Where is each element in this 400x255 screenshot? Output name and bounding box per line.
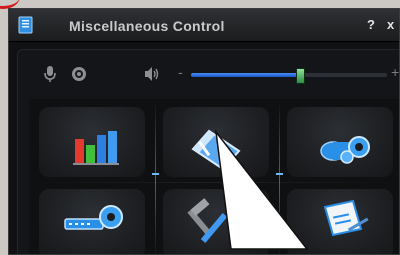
column-divider-1 <box>152 99 159 254</box>
volume-slider-thumb[interactable] <box>295 68 305 84</box>
volume-minus-label: - <box>178 64 183 80</box>
column-divider-2 <box>276 99 283 254</box>
tools-icon <box>187 198 228 243</box>
microphone-icon[interactable] <box>43 65 59 83</box>
tile-tools[interactable] <box>163 189 269 254</box>
volume-slider[interactable] <box>191 68 387 84</box>
misc-control-window: Miscellaneous Control ? x - + <box>8 8 400 255</box>
audio-toolbar: - + <box>9 49 399 89</box>
control-tiles-panel <box>29 99 399 254</box>
close-button[interactable]: x <box>387 17 394 32</box>
tile-network-settings[interactable] <box>39 189 145 254</box>
volume-icon <box>145 67 159 81</box>
eraser-icon <box>191 129 241 171</box>
notepad-icon <box>323 199 369 237</box>
bar-chart-icon <box>73 131 119 165</box>
row-divider <box>29 182 399 183</box>
camera-settings-icon <box>320 136 370 164</box>
volume-plus-label: + <box>391 64 400 80</box>
title-bar: Miscellaneous Control ? x <box>9 9 399 42</box>
network-settings-icon <box>64 205 123 230</box>
app-icon <box>18 16 33 34</box>
record-icon[interactable] <box>71 66 87 82</box>
tile-notes[interactable] <box>287 189 393 254</box>
volume-slider-fill <box>191 73 299 77</box>
window-title: Miscellaneous Control <box>69 18 225 34</box>
help-button[interactable]: ? <box>367 17 375 32</box>
tile-cleanup[interactable] <box>163 107 269 177</box>
tile-statistics[interactable] <box>39 107 145 177</box>
tile-camera-settings[interactable] <box>287 107 393 177</box>
